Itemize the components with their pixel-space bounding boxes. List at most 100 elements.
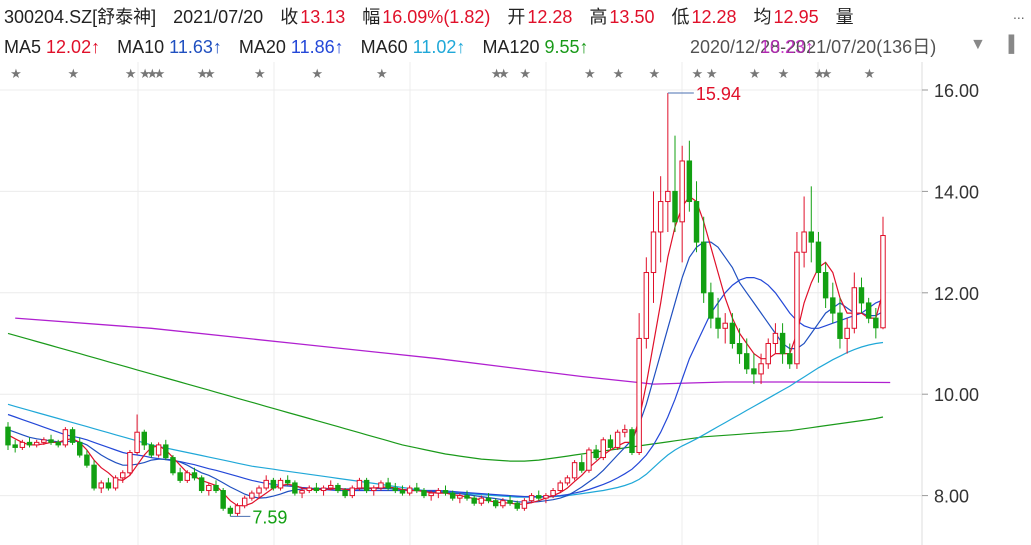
candle-body bbox=[643, 272, 650, 339]
y-tick-label: 10.00 bbox=[934, 385, 979, 405]
range-info: 2020/12/28-2021/07/20(136日) 10.23↑ bbox=[690, 36, 936, 58]
candle-down bbox=[26, 437, 33, 448]
candle-up bbox=[241, 495, 248, 509]
candle-down bbox=[808, 186, 815, 263]
ma60-value: 11.02↑ bbox=[412, 37, 466, 57]
ma5-label: MA5 bbox=[4, 37, 42, 57]
candle-down bbox=[76, 437, 83, 458]
candle-body bbox=[234, 505, 241, 514]
max-annotation-label: 15.94 bbox=[696, 84, 741, 104]
stock-code: 300204.SZ[舒泰神] bbox=[4, 7, 157, 27]
candle-body bbox=[112, 477, 119, 489]
candle-body bbox=[335, 484, 341, 492]
candle-down bbox=[686, 140, 693, 212]
candle-body bbox=[385, 482, 391, 489]
candle-body bbox=[84, 454, 90, 466]
candle-body bbox=[550, 490, 556, 497]
event-star-icon: ★ bbox=[68, 67, 80, 82]
candle-up bbox=[306, 485, 312, 494]
ma5-legend[interactable]: MA5 12.02↑ bbox=[4, 36, 100, 58]
candle-body bbox=[873, 317, 879, 329]
candle-body bbox=[306, 487, 312, 492]
candle-body bbox=[342, 490, 348, 497]
candle-body bbox=[528, 495, 535, 502]
candle-down bbox=[220, 487, 226, 511]
candle-body bbox=[801, 231, 807, 253]
ma60-legend[interactable]: MA60 11.02↑ bbox=[361, 36, 466, 58]
candle-body bbox=[478, 497, 485, 504]
candle-body bbox=[600, 439, 607, 459]
candle-body bbox=[127, 452, 133, 474]
candle-up bbox=[571, 460, 578, 481]
candle-body bbox=[48, 439, 54, 443]
candle-down bbox=[55, 439, 61, 448]
candle-down bbox=[5, 422, 11, 450]
candle-body bbox=[141, 431, 147, 446]
candle-body bbox=[672, 190, 678, 223]
candle-body bbox=[134, 431, 140, 454]
ma10-legend[interactable]: MA10 11.63↑ bbox=[117, 36, 222, 58]
candle-up bbox=[600, 437, 607, 461]
candle-body bbox=[751, 368, 757, 375]
close-price: 收 13.13 bbox=[280, 6, 345, 28]
candle-body bbox=[148, 444, 155, 456]
candle-up bbox=[657, 176, 664, 263]
candle-up bbox=[320, 485, 327, 496]
candle-up bbox=[435, 487, 442, 499]
candle-body bbox=[471, 497, 477, 504]
candle-down bbox=[392, 482, 399, 494]
candle-body bbox=[722, 322, 728, 329]
y-tick-label: 14.00 bbox=[934, 182, 979, 202]
y-tick-label: 8.00 bbox=[934, 487, 969, 507]
candle-body bbox=[808, 231, 815, 243]
dropdown-triangle-icon[interactable]: ▼ bbox=[970, 36, 986, 54]
candle-body bbox=[378, 482, 384, 489]
candle-body bbox=[76, 441, 83, 456]
candle-body bbox=[320, 487, 327, 492]
candle-body bbox=[442, 490, 449, 494]
candle-body bbox=[19, 441, 26, 448]
candle-body bbox=[299, 490, 305, 494]
candle-body bbox=[227, 507, 234, 514]
bar-settings-icon[interactable]: ▐ bbox=[1003, 36, 1014, 54]
candle-body bbox=[787, 353, 793, 365]
candle-body bbox=[815, 241, 822, 274]
high-price: 高 13.50 bbox=[589, 6, 654, 28]
candle-up bbox=[765, 338, 771, 369]
ma60-label: MA60 bbox=[360, 37, 408, 57]
candle-down bbox=[363, 477, 370, 494]
candle-body bbox=[26, 441, 33, 446]
candle-down bbox=[779, 323, 786, 364]
candle-body bbox=[629, 429, 635, 454]
y-tick-label: 16.00 bbox=[934, 81, 979, 101]
candle-body bbox=[371, 487, 377, 492]
candle-up bbox=[543, 493, 549, 504]
candle-up bbox=[586, 447, 592, 473]
candlestick-chart[interactable]: ★ ★ ★ ★★★ ★★ ★ ★ ★ ★★ ★ ★ ★ ★ ★ ★ ★ ★ ★★ ★ 16.00 14.00 12.00… bbox=[0, 62, 1031, 545]
candle-body bbox=[500, 500, 506, 507]
candle-down bbox=[865, 297, 872, 324]
event-star-icon: ★ bbox=[311, 67, 323, 82]
candle-body bbox=[822, 272, 829, 299]
candle-up bbox=[33, 439, 40, 448]
candle-body bbox=[421, 490, 427, 497]
candle-body bbox=[177, 472, 183, 481]
more-options-button[interactable]: ... bbox=[1013, 6, 1025, 22]
candle-body bbox=[464, 495, 470, 499]
candle-body bbox=[249, 492, 255, 499]
candle-body bbox=[206, 484, 212, 492]
candle-up bbox=[722, 313, 728, 344]
event-star-icon: ★ bbox=[648, 67, 660, 82]
ma20-legend[interactable]: MA20 11.86↑ bbox=[239, 36, 344, 58]
ma5-value: 12.02↑ bbox=[46, 37, 101, 57]
open-value: 12.28 bbox=[527, 7, 573, 27]
ma120-legend[interactable]: MA120 9.55↑ bbox=[482, 36, 588, 58]
event-star-icon: ★ bbox=[498, 67, 510, 82]
candle-body bbox=[858, 287, 865, 304]
candle-down bbox=[729, 313, 736, 349]
ma10-value: 11.63↑ bbox=[169, 37, 222, 57]
candle-down bbox=[471, 495, 477, 506]
candle-up bbox=[636, 313, 642, 456]
candle-body bbox=[69, 429, 76, 443]
avg-value: 12.95 bbox=[773, 7, 819, 27]
